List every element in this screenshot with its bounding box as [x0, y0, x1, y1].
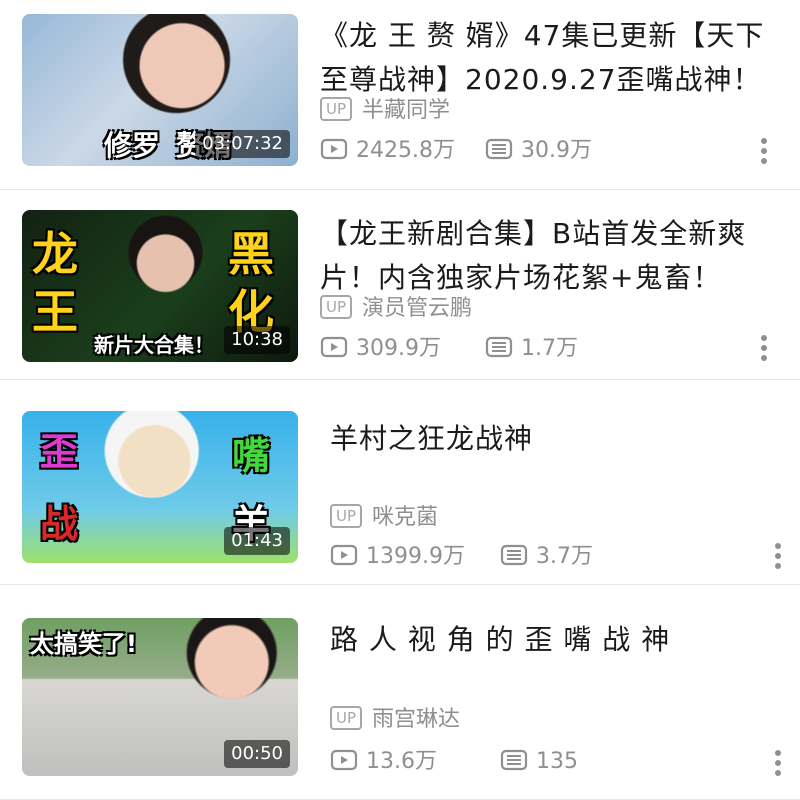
uploader-name: 咪克菌: [372, 505, 439, 530]
video-thumbnail[interactable]: 修罗 赘婿 03:07:32: [22, 14, 298, 166]
play-count-icon: [320, 138, 348, 160]
comment-count: 1.7万: [485, 333, 578, 365]
video-list-item[interactable]: 龙 王 黑 化 新片大合集！ 10:38 【龙王新剧合集】B站首发全新爽片！内含…: [0, 190, 800, 380]
uploader-badge: UP: [320, 295, 353, 319]
video-duration: 10:38: [224, 326, 290, 354]
video-title[interactable]: 《龙 王 赘 婿》47集已更新【天下至尊战神】2020.9.27歪嘴战神！: [320, 14, 770, 102]
more-options-button[interactable]: [750, 134, 778, 168]
comment-count-icon: [500, 544, 528, 566]
more-options-icon: [761, 335, 767, 361]
more-options-icon: [775, 750, 781, 776]
uploader-badge: UP: [330, 504, 363, 528]
thumbnail-caption: 战: [40, 502, 79, 546]
video-duration: 01:43: [224, 527, 290, 555]
thumbnail-caption: 黑: [228, 227, 274, 281]
video-list-item[interactable]: 歪 战 嘴 羊 01:43 羊村之狂龙战神 UP 咪克菌 1399.9万 3.7…: [0, 395, 800, 585]
video-title[interactable]: 路 人 视 角 的 歪 嘴 战 神: [330, 618, 780, 662]
more-options-icon: [761, 138, 767, 164]
more-options-button[interactable]: [750, 331, 778, 365]
video-title[interactable]: 【龙王新剧合集】B站首发全新爽片！内含独家片场花絮+鬼畜！: [320, 212, 770, 300]
uploader-name: 演员管云鹏: [362, 296, 473, 321]
comment-count-icon: [485, 138, 513, 160]
comment-count: 30.9万: [485, 135, 592, 167]
video-list-item[interactable]: 太搞笑了! 00:50 路 人 视 角 的 歪 嘴 战 神 UP 雨宫琳达 13.…: [0, 600, 800, 800]
play-count-icon: [320, 336, 348, 358]
more-options-icon: [775, 543, 781, 569]
thumbnail-caption: 新片大合集！: [94, 333, 214, 357]
video-title[interactable]: 羊村之狂龙战神: [330, 417, 780, 461]
video-list-item[interactable]: 修罗 赘婿 03:07:32 《龙 王 赘 婿》47集已更新【天下至尊战神】20…: [0, 0, 800, 190]
thumbnail-caption: 王: [32, 285, 78, 339]
uploader-name: 半藏同学: [362, 98, 451, 123]
play-count-icon: [330, 544, 358, 566]
video-thumbnail[interactable]: 龙 王 黑 化 新片大合集！ 10:38: [22, 210, 298, 362]
uploader-row[interactable]: UP 半藏同学: [320, 96, 450, 126]
uploader-row[interactable]: UP 演员管云鹏: [320, 294, 472, 324]
comment-count-icon: [500, 749, 528, 771]
thumbnail-caption: 歪: [40, 430, 79, 474]
more-options-button[interactable]: [764, 539, 792, 573]
thumbnail-caption: 龙: [32, 227, 78, 281]
uploader-badge: UP: [330, 706, 363, 730]
video-duration: 03:07:32: [195, 130, 290, 158]
play-count: 13.6万: [330, 746, 437, 778]
play-count: 2425.8万: [320, 135, 455, 167]
comment-count: 3.7万: [500, 541, 593, 573]
video-duration: 00:50: [224, 740, 290, 768]
comment-count-icon: [485, 336, 513, 358]
play-count-icon: [330, 749, 358, 771]
thumbnail-caption: 太搞笑了!: [30, 630, 137, 658]
play-count: 1399.9万: [330, 541, 465, 573]
thumbnail-caption: 修罗: [104, 129, 161, 162]
uploader-row[interactable]: UP 雨宫琳达: [330, 705, 460, 735]
play-count: 309.9万: [320, 333, 441, 365]
thumbnail-caption: 嘴: [232, 434, 271, 478]
uploader-row[interactable]: UP 咪克菌: [330, 503, 438, 533]
comment-count: 135: [500, 746, 578, 778]
uploader-badge: UP: [320, 97, 353, 121]
more-options-button[interactable]: [764, 746, 792, 780]
uploader-name: 雨宫琳达: [372, 707, 461, 732]
video-thumbnail[interactable]: 歪 战 嘴 羊 01:43: [22, 411, 298, 563]
video-thumbnail[interactable]: 太搞笑了! 00:50: [22, 618, 298, 776]
